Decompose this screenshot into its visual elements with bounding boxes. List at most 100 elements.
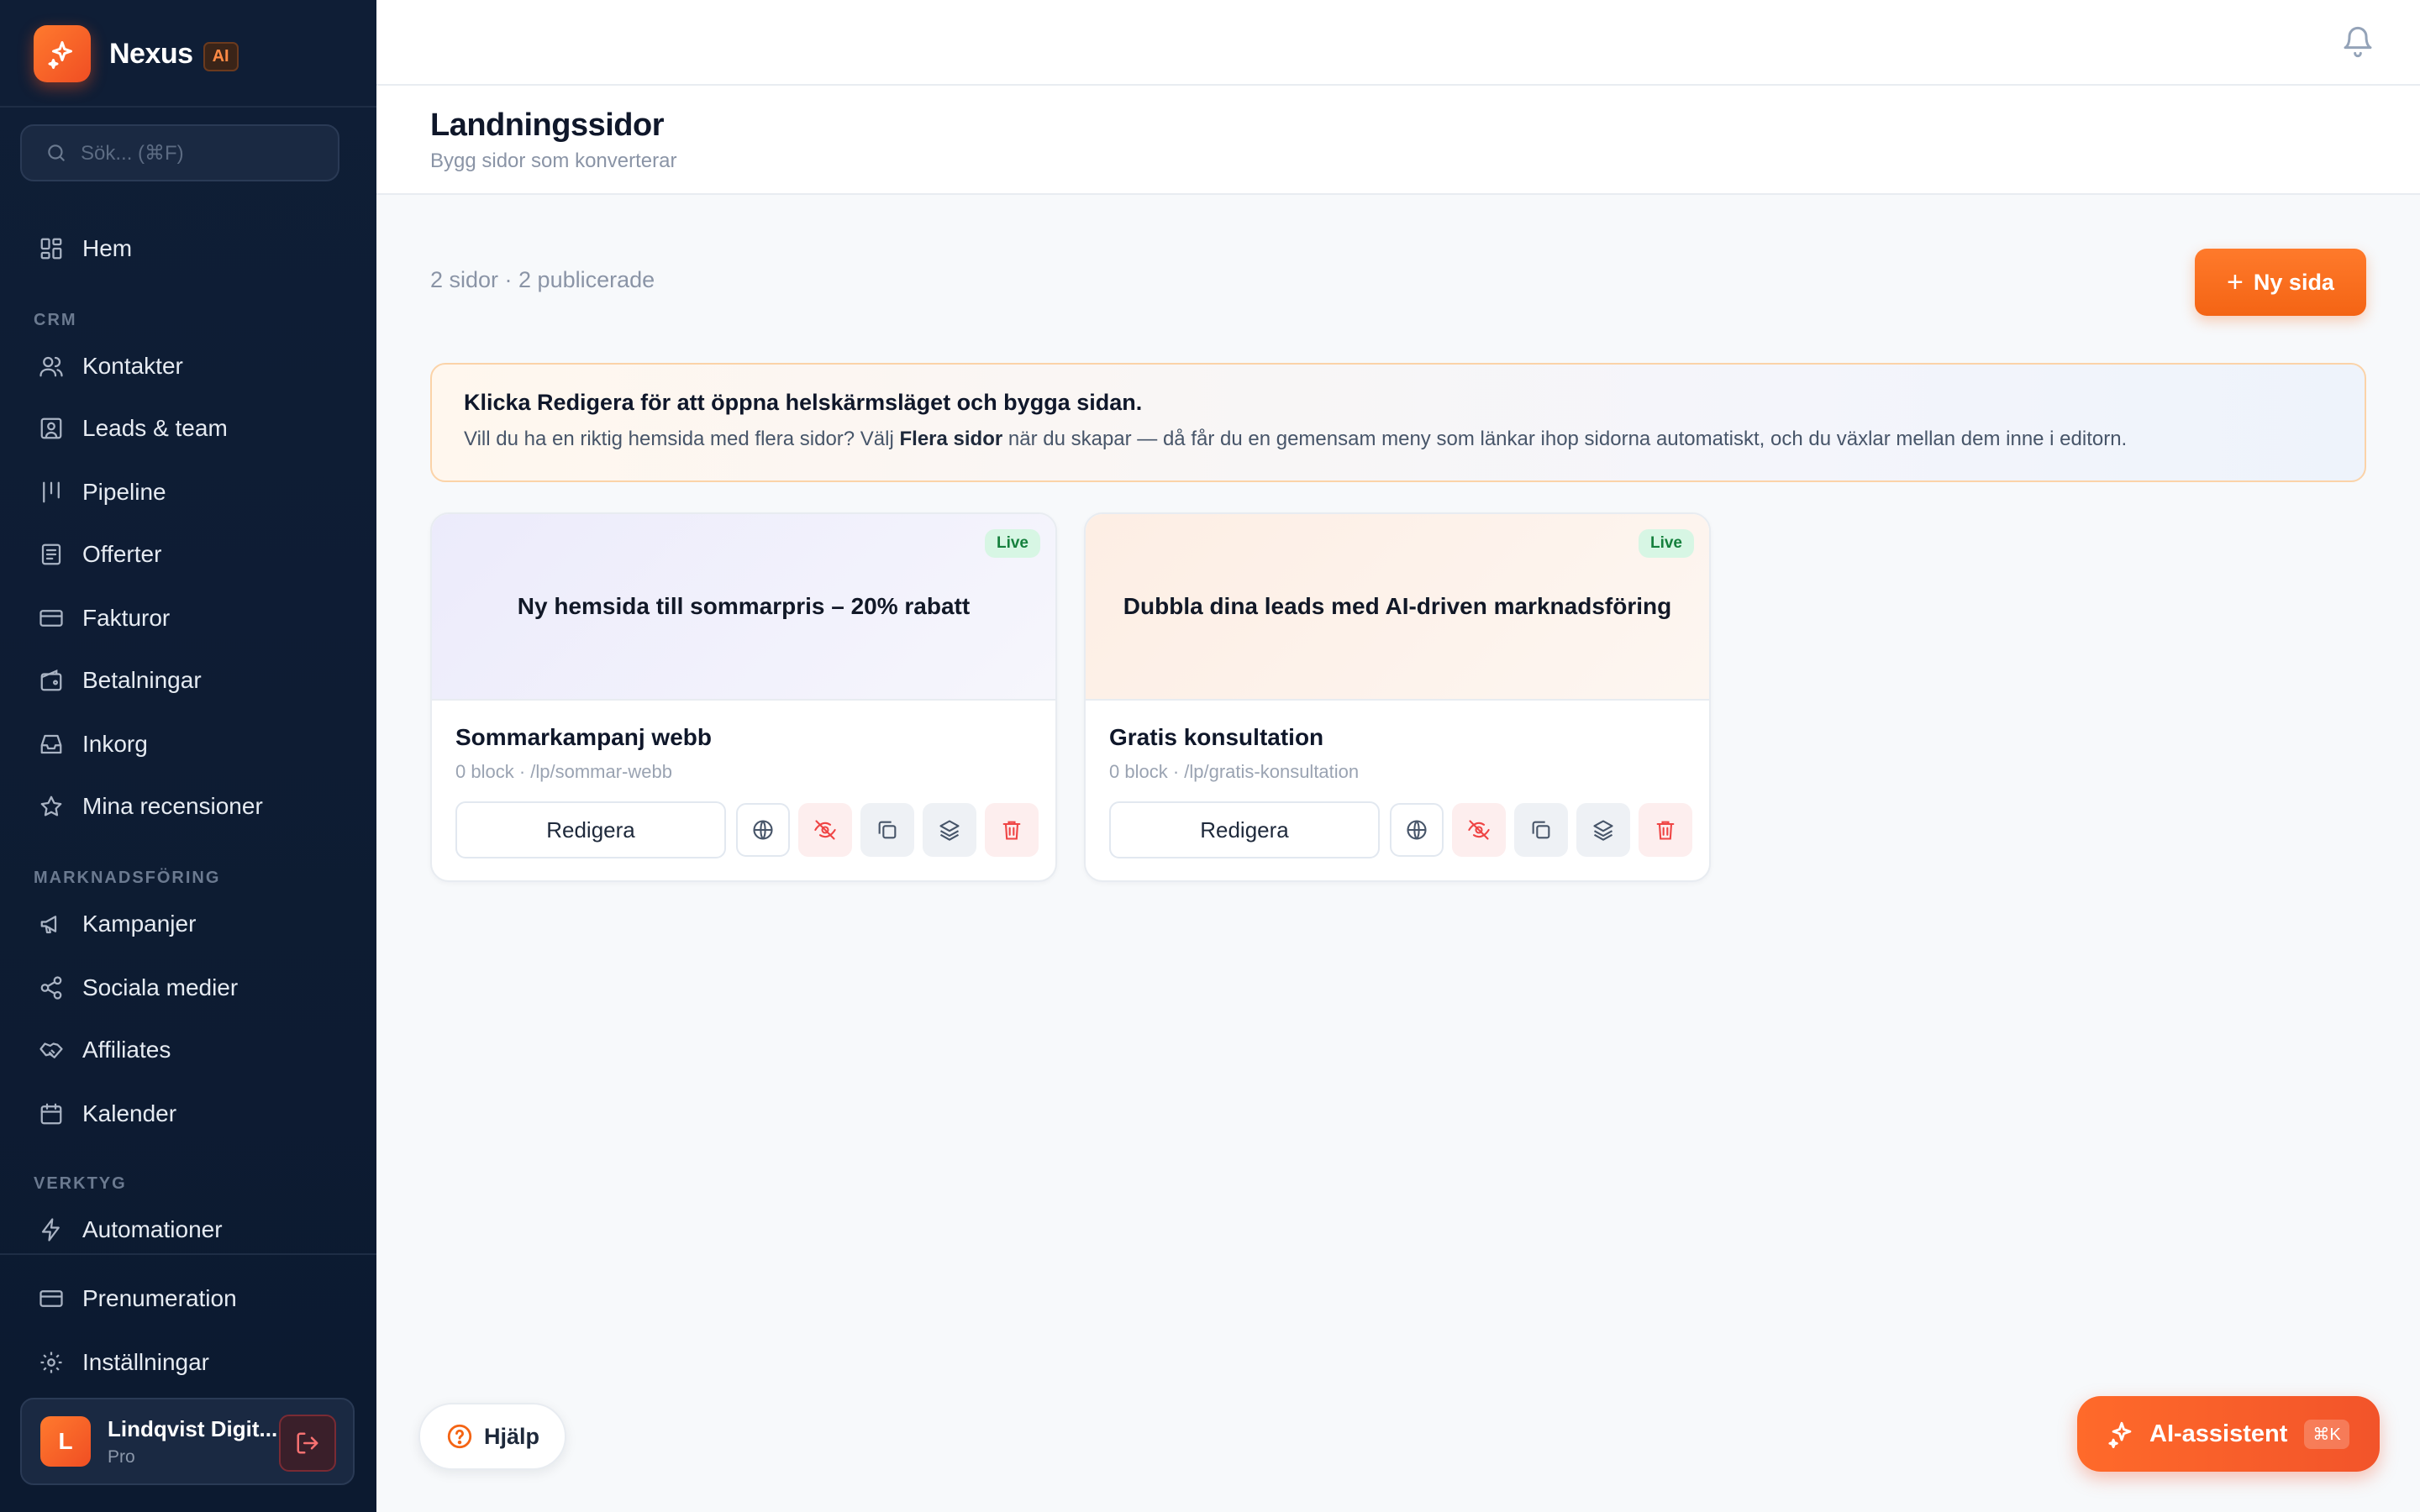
handshake-icon [37,1036,66,1064]
ai-assistant-label: AI-assistent [2149,1420,2288,1447]
sidebar-item-payments[interactable]: Betalningar [37,657,202,704]
sidebar-item-leads[interactable]: Leads & team [37,405,228,452]
kanban-icon [37,478,66,507]
status-badge: Live [984,529,1040,558]
users-icon [37,352,66,381]
user-card[interactable]: L Lindqvist Digit... Pro [20,1398,355,1485]
logout-button[interactable] [279,1415,336,1472]
layers-icon [1593,820,1613,841]
new-page-button[interactable]: + Ny sida [2195,249,2366,316]
pages-summary: 2 sidor · 2 publicerade [430,267,655,292]
unpublish-button[interactable] [798,803,852,857]
sidebar-item-settings[interactable]: Inställningar [37,1339,209,1386]
sidebar-item-invoices[interactable]: Fakturor [37,595,170,642]
sidebar-item-affiliates[interactable]: Affiliates [37,1026,171,1074]
divider [0,1253,376,1255]
notifications-button[interactable] [2341,25,2375,63]
save-template-button[interactable] [923,803,976,857]
share-icon [37,974,66,1002]
view-live-button[interactable] [1390,803,1444,857]
info-title: Klicka Redigera för att öppna helskärmsl… [464,390,1143,415]
logout-icon [297,1432,318,1454]
sidebar-item-subscription[interactable]: Prenumeration [37,1275,237,1322]
status-badge: Live [1638,529,1694,558]
card-meta: 0 block · /lp/gratis-konsultation [1109,761,1360,782]
card-preview-title: Dubbla dina leads med AI-driven marknads… [1123,593,1672,619]
help-label: Hjälp [483,1423,539,1449]
card-name: Sommarkampanj webb [455,724,712,750]
help-button[interactable]: Hjälp [418,1403,566,1470]
top-bar [376,0,2420,86]
sidebar-item-inbox[interactable]: Inkorg [37,721,148,768]
plus-icon: + [2227,265,2244,298]
megaphone-icon [37,910,66,938]
save-template-button[interactable] [1576,803,1630,857]
copy-icon [1532,821,1550,839]
card-preview[interactable]: Live Dubbla dina leads med AI-driven mar… [1086,514,1709,701]
star-icon [37,792,66,821]
lightning-icon [37,1215,66,1244]
sidebar-item-automations[interactable]: Automationer [37,1206,223,1253]
landing-page-card: Live Ny hemsida till sommarpris – 20% ra… [430,512,1057,882]
sidebar-item-pipeline[interactable]: Pipeline [37,469,166,516]
globe-icon [1407,820,1427,840]
calendar-icon [37,1100,66,1128]
copy-icon [878,821,897,839]
section-tools: VERKTYG [34,1174,127,1193]
info-banner: Klicka Redigera för att öppna helskärmsl… [430,363,2366,482]
search-placeholder: Sök... (⌘F) [81,141,184,165]
view-live-button[interactable] [736,803,790,857]
gear-icon [37,1348,66,1377]
duplicate-button[interactable] [860,803,914,857]
sparkle-logo-icon [34,25,91,82]
sparkle-icon [2108,1421,2132,1448]
user-name: Lindqvist Digit... [108,1415,278,1441]
section-crm: CRM [34,311,77,329]
brand-name: Nexus [109,37,193,70]
duplicate-button[interactable] [1514,803,1568,857]
document-icon [37,540,66,569]
grid-icon [37,234,66,263]
landing-page-card: Live Dubbla dina leads med AI-driven mar… [1084,512,1711,882]
avatar: L [40,1416,91,1467]
credit-card-icon [37,604,66,633]
sidebar-item-calendar[interactable]: Kalender [37,1090,176,1137]
delete-button[interactable] [985,803,1039,857]
ai-badge: AI [203,41,239,71]
sidebar-item-social[interactable]: Sociala medier [37,964,238,1011]
user-plan: Pro [108,1446,135,1467]
search-input[interactable]: Sök... (⌘F) [20,124,339,181]
unpublish-button[interactable] [1452,803,1506,857]
new-page-label: Ny sida [2253,269,2334,295]
sidebar: Nexus AI Sök... (⌘F) Hem CRM Kontakter L… [0,0,376,1512]
page-header: Landningssidor Bygg sidor som konvertera… [376,86,2420,195]
shortcut-badge: ⌘K [2304,1419,2349,1449]
section-marketing: MARKNADSFÖRING [34,869,221,887]
card-actions: Redigera [1109,801,1692,858]
layers-icon [939,820,960,841]
user-square-icon [37,414,66,443]
brand[interactable]: Nexus AI [34,25,239,82]
sidebar-item-campaigns[interactable]: Kampanjer [37,900,196,948]
trash-icon [1002,821,1021,840]
bell-icon [2344,26,2372,58]
page-title: Landningssidor [430,108,665,143]
inbox-icon [37,730,66,759]
wallet-icon [37,666,66,695]
card-preview[interactable]: Live Ny hemsida till sommarpris – 20% ra… [432,514,1055,701]
card-preview-title: Ny hemsida till sommarpris – 20% rabatt [517,593,971,619]
sidebar-item-quotes[interactable]: Offerter [37,531,161,578]
info-text: Vill du ha en riktig hemsida med flera s… [464,428,2128,450]
edit-button[interactable]: Redigera [455,801,726,858]
sidebar-item-reviews[interactable]: Mina recensioner [37,783,263,830]
ai-assistant-button[interactable]: AI-assistent ⌘K [2077,1396,2380,1472]
sidebar-item-contacts[interactable]: Kontakter [37,343,183,390]
eye-off-icon [1468,820,1490,840]
delete-button[interactable] [1639,803,1692,857]
help-circle-icon [447,1424,472,1449]
page-subtitle: Bygg sidor som konverterar [430,150,677,172]
globe-icon [753,820,773,840]
card-meta: 0 block · /lp/sommar-webb [455,761,672,782]
edit-button[interactable]: Redigera [1109,801,1380,858]
sidebar-item-home[interactable]: Hem [37,225,132,272]
